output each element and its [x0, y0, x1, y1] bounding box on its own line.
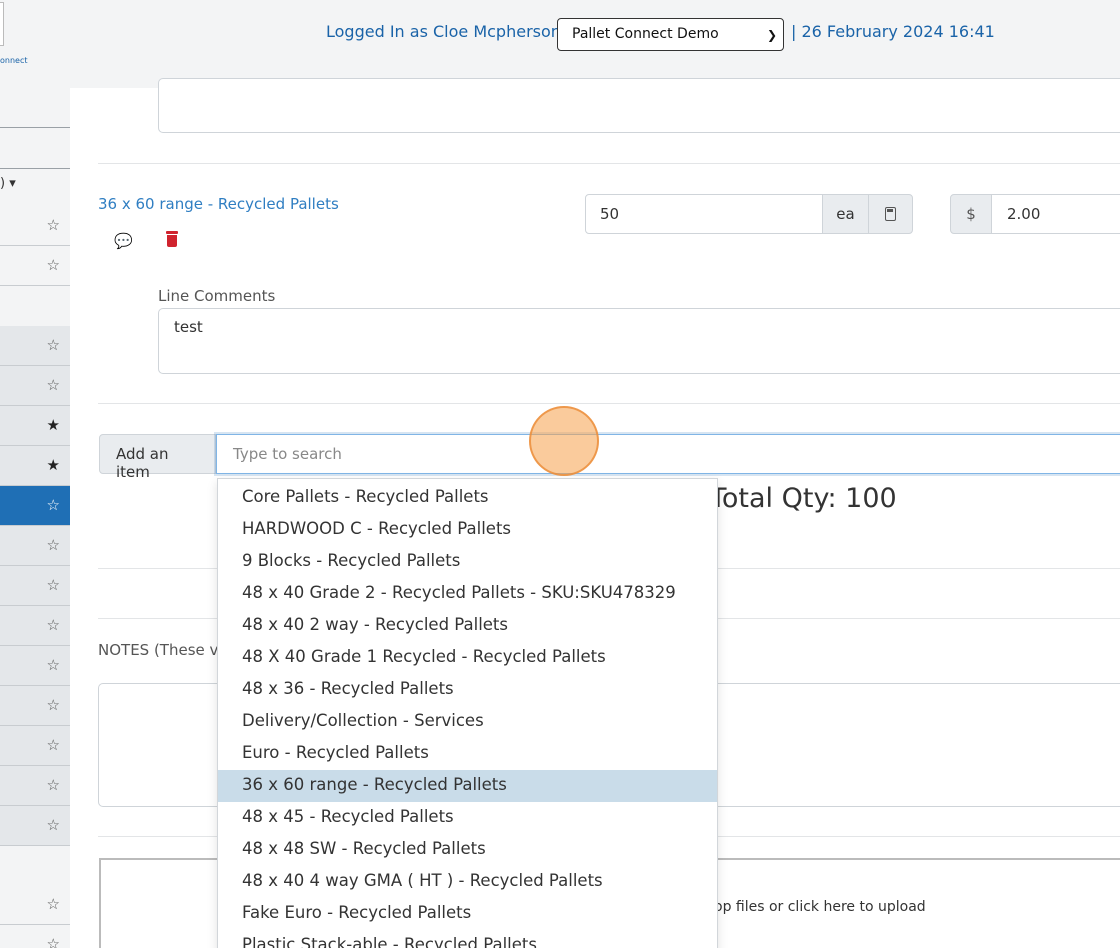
item-search-input[interactable]: Type to search — [216, 434, 1120, 474]
sidebar-item[interactable]: ☆ — [0, 526, 70, 566]
calculator-icon — [885, 207, 896, 221]
sidebar-item[interactable]: ☆ — [0, 726, 70, 766]
star-filled-icon[interactable]: ★ — [47, 456, 60, 474]
star-outline-icon[interactable]: ☆ — [47, 696, 60, 714]
search-result-option[interactable]: 48 x 45 - Recycled Pallets — [218, 802, 717, 834]
quantity-input[interactable]: 50 — [585, 194, 823, 234]
line-comments-label: Line Comments — [158, 287, 276, 305]
currency-symbol: $ — [950, 194, 992, 234]
search-result-option-highlighted[interactable]: 36 x 60 range - Recycled Pallets — [218, 770, 717, 802]
star-outline-icon[interactable]: ☆ — [47, 576, 60, 594]
star-outline-icon[interactable]: ☆ — [47, 496, 60, 514]
sidebar-item-active[interactable]: ☆ — [0, 486, 70, 526]
sidebar-divider — [0, 127, 70, 128]
logo-caption: onnect — [0, 56, 28, 65]
sidebar-item[interactable]: ☆ — [0, 606, 70, 646]
search-result-option[interactable]: 48 x 36 - Recycled Pallets — [218, 674, 717, 706]
divider — [98, 403, 1120, 404]
organisation-select[interactable]: Pallet Connect Demo ❯ — [557, 18, 784, 51]
add-item-button[interactable]: Add an item — [99, 434, 216, 481]
sidebar-item[interactable]: ☆ — [0, 686, 70, 726]
calculator-button[interactable] — [868, 194, 913, 234]
sidebar-item[interactable]: ☆ — [0, 646, 70, 686]
search-result-option[interactable]: Fake Euro - Recycled Pallets — [218, 898, 717, 930]
sidebar-item[interactable]: ☆ — [0, 925, 70, 948]
sidebar-filter[interactable]: ) ▾ — [0, 176, 16, 191]
star-outline-icon[interactable]: ☆ — [47, 336, 60, 354]
top-bar: onnect Logged In as Cloe Mcpherson | Pal… — [0, 0, 1120, 88]
sidebar-item[interactable]: ☆ — [0, 766, 70, 806]
search-result-option[interactable]: Euro - Recycled Pallets — [218, 738, 717, 770]
logged-in-text: Logged In as Cloe Mcpherson | — [326, 22, 572, 41]
search-result-option[interactable]: 9 Blocks - Recycled Pallets — [218, 546, 717, 578]
star-outline-icon[interactable]: ☆ — [47, 376, 60, 394]
unit-label: ea — [822, 194, 869, 234]
item-search-results: Core Pallets - Recycled Pallets HARDWOOD… — [217, 478, 718, 948]
logo[interactable] — [0, 2, 4, 46]
star-outline-icon[interactable]: ☆ — [47, 816, 60, 834]
previous-comments-box[interactable] — [158, 78, 1120, 133]
search-result-option[interactable]: HARDWOOD C - Recycled Pallets — [218, 514, 717, 546]
divider — [98, 163, 1120, 164]
click-indicator — [529, 406, 599, 476]
search-result-option[interactable]: Plastic Stack-able - Recycled Pallets — [218, 930, 717, 948]
star-outline-icon[interactable]: ☆ — [47, 656, 60, 674]
search-result-option[interactable]: 48 x 40 2 way - Recycled Pallets — [218, 610, 717, 642]
sidebar-divider — [0, 168, 70, 169]
star-outline-icon[interactable]: ☆ — [47, 776, 60, 794]
sidebar-item[interactable]: ☆ — [0, 806, 70, 846]
notes-label: NOTES (These v — [98, 641, 219, 659]
trash-icon[interactable] — [166, 231, 178, 247]
sidebar-item[interactable]: ★ — [0, 406, 70, 446]
sidebar-item[interactable]: ☆ — [0, 206, 70, 246]
current-date: | 26 February 2024 16:41 — [791, 22, 995, 41]
star-outline-icon[interactable]: ☆ — [47, 536, 60, 554]
total-qty: Total Qty: 100 — [710, 483, 897, 514]
star-outline-icon[interactable]: ☆ — [47, 736, 60, 754]
sidebar-item[interactable]: ☆ — [0, 246, 70, 286]
price-input[interactable]: 2.00 — [991, 194, 1120, 234]
star-filled-icon[interactable]: ★ — [47, 416, 60, 434]
comments-icon[interactable]: 💬 — [114, 232, 133, 250]
search-result-option[interactable]: 48 X 40 Grade 1 Recycled - Recycled Pall… — [218, 642, 717, 674]
star-outline-icon[interactable]: ☆ — [47, 935, 60, 948]
star-outline-icon[interactable]: ☆ — [47, 616, 60, 634]
star-outline-icon[interactable]: ☆ — [47, 256, 60, 274]
line-comments-textarea[interactable]: test — [158, 308, 1120, 374]
search-result-option[interactable]: Core Pallets - Recycled Pallets — [218, 482, 717, 514]
search-result-option[interactable]: 48 x 40 Grade 2 - Recycled Pallets - SKU… — [218, 578, 717, 610]
upload-instructions: op files or click here to upload — [714, 899, 926, 915]
line-item-name-link[interactable]: 36 x 60 range - Recycled Pallets — [98, 195, 339, 213]
sidebar-item[interactable]: ☆ — [0, 885, 70, 925]
star-outline-icon[interactable]: ☆ — [47, 895, 60, 913]
star-outline-icon[interactable]: ☆ — [47, 216, 60, 234]
sidebar-item[interactable]: ☆ — [0, 326, 70, 366]
sidebar-item[interactable]: ☆ — [0, 566, 70, 606]
sidebar-item[interactable]: ☆ — [0, 366, 70, 406]
search-result-option[interactable]: Delivery/Collection - Services — [218, 706, 717, 738]
chevron-down-icon: ❯ — [766, 28, 777, 42]
organisation-select-value: Pallet Connect Demo — [572, 26, 719, 42]
search-result-option[interactable]: 48 x 48 SW - Recycled Pallets — [218, 834, 717, 866]
search-result-option[interactable]: 48 x 40 4 way GMA ( HT ) - Recycled Pall… — [218, 866, 717, 898]
sidebar-item[interactable]: ★ — [0, 446, 70, 486]
sidebar: ) ▾ ☆ ☆ ☆ ☆ ★ ★ ☆ ☆ ☆ ☆ ☆ ☆ ☆ ☆ ☆ ☆ ☆ — [0, 88, 70, 948]
